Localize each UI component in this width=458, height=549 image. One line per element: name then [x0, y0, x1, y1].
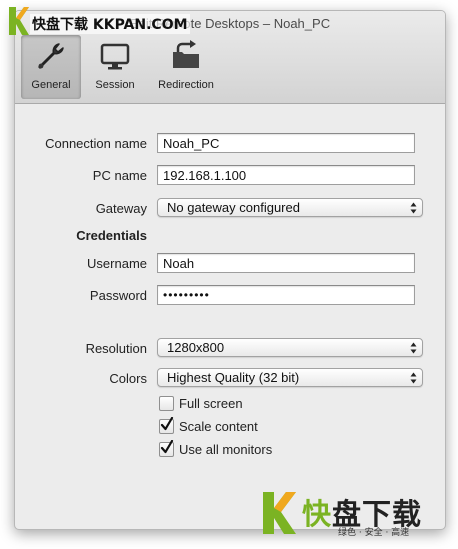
tab-general[interactable]: General	[21, 35, 81, 99]
password-field[interactable]: •••••••••	[157, 285, 415, 305]
gateway-select[interactable]: No gateway configured	[157, 198, 423, 217]
watermark-bottom-first: 快	[302, 497, 333, 531]
colors-row: Colors Highest Quality (32 bit)	[15, 368, 445, 390]
preferences-toolbar: General Session Redirection	[21, 35, 227, 99]
resolution-row: Resolution 1280x800	[15, 338, 445, 360]
use-all-monitors-checkbox-box[interactable]	[159, 439, 174, 457]
use-all-monitors-label: Use all monitors	[179, 441, 273, 457]
credentials-heading: Credentials	[76, 228, 147, 243]
pc-name-label: PC name	[92, 168, 147, 183]
select-arrows-icon	[410, 372, 417, 384]
edit-remote-desktop-window: Edit Remote Desktops – Noah_PC General S…	[14, 10, 446, 530]
credentials-row: Credentials	[15, 225, 445, 247]
checkmark-icon	[160, 416, 174, 430]
connection-name-row: Connection name Noah_PC	[15, 133, 445, 155]
checkmark-icon	[160, 439, 174, 453]
full-screen-checkbox[interactable]: Full screen	[159, 394, 243, 412]
resolution-select[interactable]: 1280x800	[157, 338, 423, 357]
colors-select[interactable]: Highest Quality (32 bit)	[157, 368, 423, 387]
folder-redirect-icon	[168, 39, 204, 73]
tab-session-label: Session	[95, 79, 135, 91]
resolution-label: Resolution	[85, 341, 147, 356]
tab-redirection-label: Redirection	[158, 79, 214, 91]
pc-name-field[interactable]: 192.168.1.100	[157, 165, 415, 185]
scale-content-checkbox-box[interactable]	[159, 416, 174, 434]
select-arrows-icon	[410, 202, 417, 214]
gateway-label: Gateway	[95, 201, 147, 216]
pc-name-row: PC name 192.168.1.100	[15, 165, 445, 187]
watermark-logo-icon	[9, 7, 29, 35]
full-screen-label: Full screen	[179, 395, 243, 411]
full-screen-checkbox-box[interactable]	[159, 395, 174, 411]
tab-session[interactable]: Session	[85, 35, 145, 99]
connection-name-field[interactable]: Noah_PC	[157, 133, 415, 153]
watermark-bottom-sub: 绿色 · 安全 · 高速	[338, 528, 410, 538]
resolution-select-value: 1280x800	[167, 340, 225, 355]
use-all-monitors-checkbox[interactable]: Use all monitors	[159, 439, 273, 458]
username-field[interactable]: Noah	[157, 253, 415, 273]
watermark-bottom: 快盘下载 绿色 · 安全 · 高速	[262, 487, 432, 541]
watermark-top: 快盘下载 KKPAN.COM	[0, 2, 240, 42]
colors-label: Colors	[109, 371, 147, 386]
password-row: Password •••••••••	[15, 285, 445, 307]
select-arrows-icon	[410, 342, 417, 354]
tab-redirection[interactable]: Redirection	[149, 35, 223, 99]
connection-name-label: Connection name	[45, 136, 147, 151]
watermark-top-text: 快盘下载 KKPAN.COM	[30, 14, 190, 34]
gateway-select-value: No gateway configured	[167, 200, 300, 215]
username-row: Username Noah	[15, 253, 445, 275]
tab-general-label: General	[31, 79, 71, 91]
username-label: Username	[87, 256, 147, 271]
watermark-logo-icon	[263, 492, 296, 534]
scale-content-checkbox[interactable]: Scale content	[159, 416, 258, 435]
monitor-icon	[97, 39, 133, 73]
password-label: Password	[89, 288, 147, 303]
scale-content-label: Scale content	[179, 418, 258, 434]
wrench-icon	[33, 39, 69, 73]
gateway-row: Gateway No gateway configured	[15, 198, 445, 220]
colors-select-value: Highest Quality (32 bit)	[167, 370, 300, 385]
